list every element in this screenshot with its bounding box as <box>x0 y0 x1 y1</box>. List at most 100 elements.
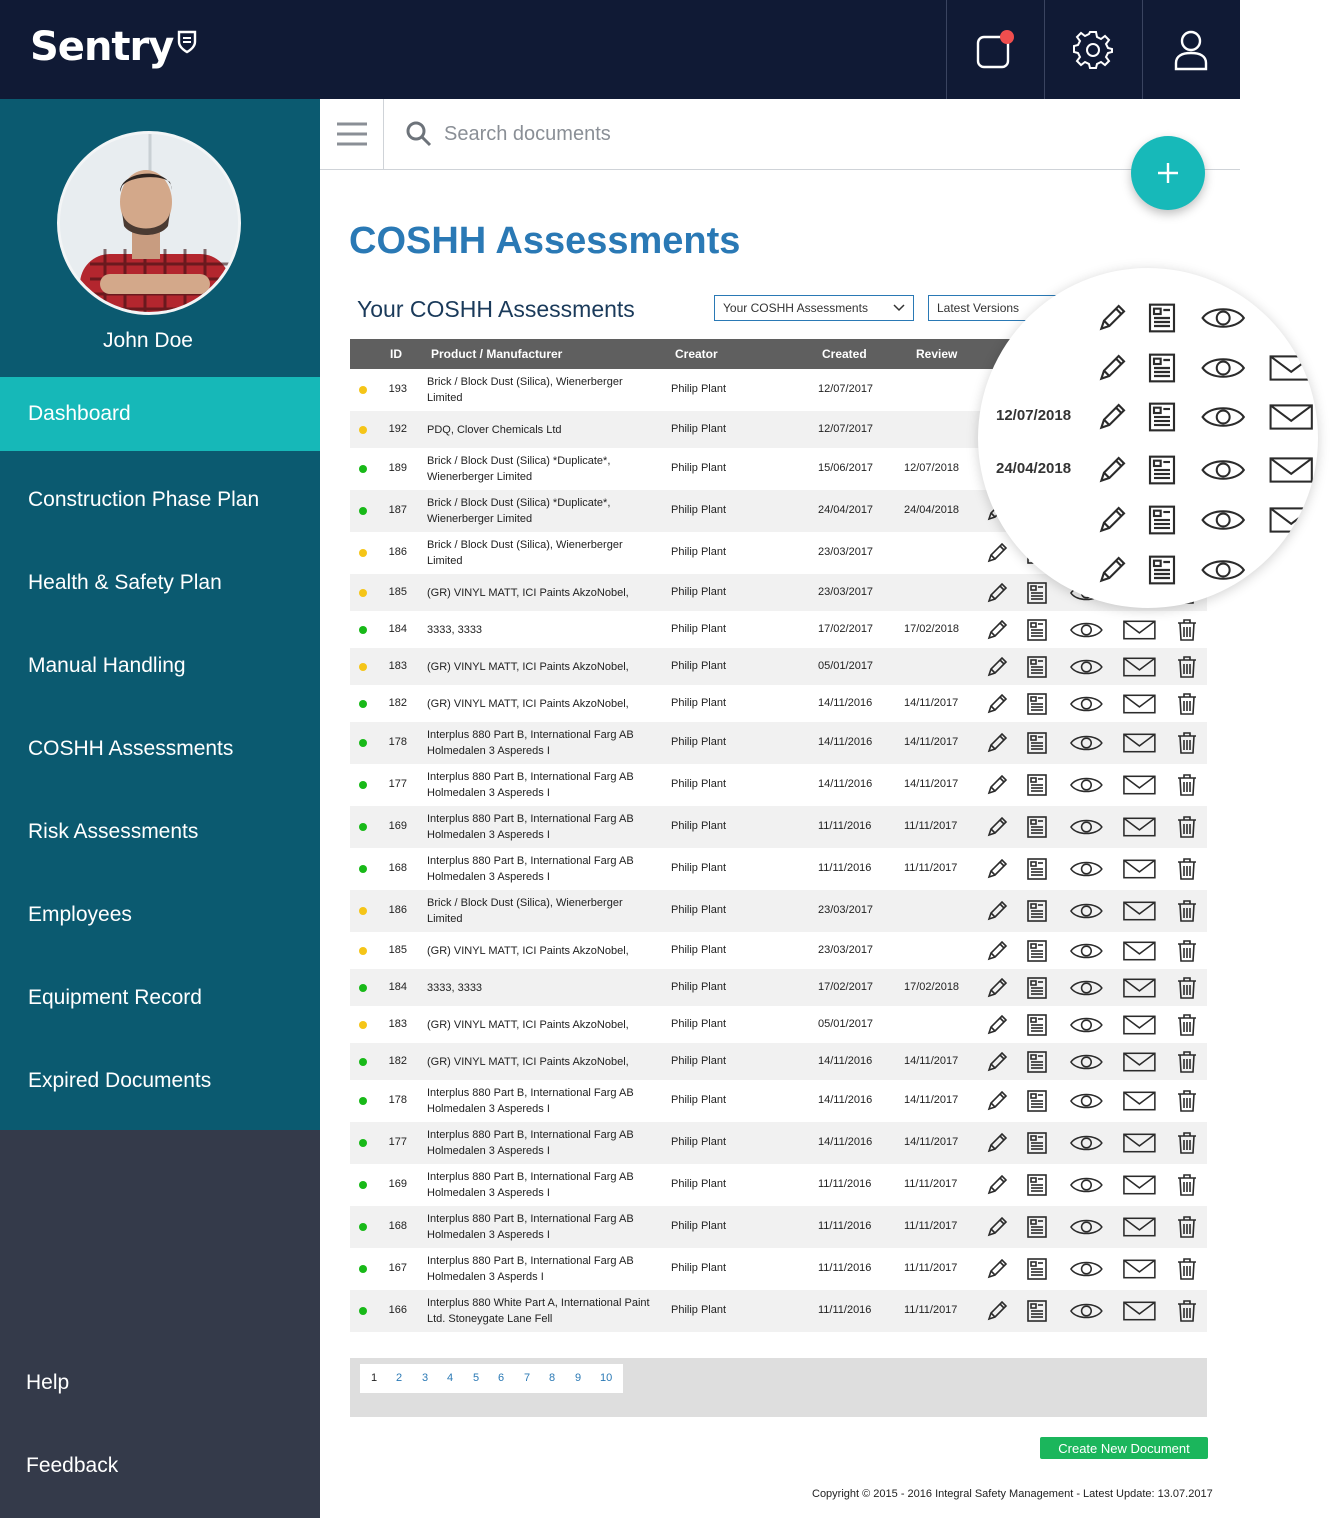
table-row[interactable]: 177 Interplus 880 Part B, International F… <box>350 1122 1207 1164</box>
sidebar-item-health-safety-plan[interactable]: Health & Safety Plan <box>0 546 320 620</box>
eye-icon[interactable] <box>1069 618 1104 645</box>
table-row[interactable]: 185 (GR) VINYL MATT, ICI Paints AkzoNobel… <box>350 932 1207 969</box>
envelope-icon[interactable] <box>1122 1215 1157 1242</box>
table-row[interactable]: 177 Interplus 880 Part B, International F… <box>350 764 1207 806</box>
envelope-icon[interactable] <box>1122 773 1157 800</box>
trash-icon[interactable] <box>1175 1050 1199 1077</box>
document-icon[interactable] <box>1025 1173 1049 1200</box>
table-row[interactable]: 166 Interplus 880 White Part A, Internati… <box>350 1290 1207 1332</box>
pencil-icon[interactable] <box>985 731 1009 758</box>
document-icon[interactable] <box>1025 773 1049 800</box>
eye-icon[interactable] <box>1069 1257 1104 1284</box>
envelope-icon[interactable] <box>1122 655 1157 682</box>
add-document-fab[interactable] <box>1131 136 1205 210</box>
avatar[interactable] <box>57 131 241 315</box>
pencil-icon[interactable] <box>985 1215 1009 1242</box>
document-icon[interactable] <box>1025 939 1049 966</box>
table-row[interactable]: 178 Interplus 880 Part B, International F… <box>350 722 1207 764</box>
pencil-icon[interactable] <box>985 1050 1009 1077</box>
page-link-7[interactable]: 7 <box>524 1372 530 1384</box>
document-icon[interactable] <box>1025 1050 1049 1077</box>
page-link-10[interactable]: 10 <box>600 1372 612 1384</box>
table-row[interactable]: 168 Interplus 880 Part B, International F… <box>350 1206 1207 1248</box>
trash-icon[interactable] <box>1175 899 1199 926</box>
app-logo[interactable]: Sentry <box>30 24 197 70</box>
envelope-icon[interactable] <box>1122 1299 1157 1326</box>
envelope-icon[interactable] <box>1122 1257 1157 1284</box>
envelope-icon[interactable] <box>1122 815 1157 842</box>
page-link-4[interactable]: 4 <box>447 1372 453 1384</box>
pencil-icon[interactable] <box>1096 401 1128 438</box>
envelope-icon[interactable] <box>1268 504 1314 541</box>
pencil-icon[interactable] <box>985 1013 1009 1040</box>
settings-button[interactable] <box>1044 0 1141 99</box>
table-row[interactable]: 178 Interplus 880 Part B, International F… <box>350 1080 1207 1122</box>
eye-icon[interactable] <box>1069 899 1104 926</box>
eye-icon[interactable] <box>1200 454 1246 491</box>
table-row[interactable]: 184 3333, 3333 Philip Plant 17/02/2017 17/02… <box>350 611 1207 648</box>
envelope-icon[interactable] <box>1122 692 1157 719</box>
header-creator[interactable]: Creator <box>675 347 718 361</box>
eye-icon[interactable] <box>1069 815 1104 842</box>
eye-icon[interactable] <box>1069 1013 1104 1040</box>
pencil-icon[interactable] <box>1096 554 1128 591</box>
document-icon[interactable] <box>1025 692 1049 719</box>
envelope-icon[interactable] <box>1268 352 1314 389</box>
trash-icon[interactable] <box>1175 1089 1199 1116</box>
sidebar-item-coshh-assessments[interactable]: COSHH Assessments <box>0 712 320 786</box>
header-created[interactable]: Created <box>822 347 867 361</box>
page-link-6[interactable]: 6 <box>498 1372 504 1384</box>
eye-icon[interactable] <box>1069 1299 1104 1326</box>
envelope-icon[interactable] <box>1122 731 1157 758</box>
envelope-icon[interactable] <box>1122 899 1157 926</box>
document-icon[interactable] <box>1025 731 1049 758</box>
sidebar-item-construction-phase-plan[interactable]: Construction Phase Plan <box>0 463 320 537</box>
help-link[interactable]: Help <box>26 1371 69 1395</box>
feedback-link[interactable]: Feedback <box>26 1454 118 1478</box>
page-link-8[interactable]: 8 <box>549 1372 555 1384</box>
pencil-icon[interactable] <box>1096 454 1128 491</box>
trash-icon[interactable] <box>1175 618 1199 645</box>
envelope-icon[interactable] <box>1122 857 1157 884</box>
pencil-icon[interactable] <box>985 899 1009 926</box>
eye-icon[interactable] <box>1069 939 1104 966</box>
eye-icon[interactable] <box>1069 857 1104 884</box>
page-link-1[interactable]: 1 <box>371 1372 377 1384</box>
trash-icon[interactable] <box>1175 1257 1199 1284</box>
pencil-icon[interactable] <box>985 1089 1009 1116</box>
document-icon[interactable] <box>1025 1257 1049 1284</box>
pencil-icon[interactable] <box>1096 352 1128 389</box>
sidebar-item-expired-documents[interactable]: Expired Documents <box>0 1044 320 1118</box>
envelope-icon[interactable] <box>1122 939 1157 966</box>
page-link-3[interactable]: 3 <box>422 1372 428 1384</box>
header-id[interactable]: ID <box>390 347 402 361</box>
trash-icon[interactable] <box>1175 773 1199 800</box>
pencil-icon[interactable] <box>985 1131 1009 1158</box>
pencil-icon[interactable] <box>1096 302 1128 339</box>
document-icon[interactable] <box>1146 504 1178 541</box>
eye-icon[interactable] <box>1200 302 1246 339</box>
document-icon[interactable] <box>1146 352 1178 389</box>
eye-icon[interactable] <box>1069 1131 1104 1158</box>
header-product[interactable]: Product / Manufacturer <box>431 347 562 361</box>
document-icon[interactable] <box>1025 857 1049 884</box>
sidebar-item-risk-assessments[interactable]: Risk Assessments <box>0 795 320 869</box>
eye-icon[interactable] <box>1069 731 1104 758</box>
envelope-icon[interactable] <box>1122 976 1157 1003</box>
header-review[interactable]: Review <box>916 347 957 361</box>
pencil-icon[interactable] <box>985 857 1009 884</box>
eye-icon[interactable] <box>1069 1215 1104 1242</box>
sidebar-item-employees[interactable]: Employees <box>0 878 320 952</box>
document-icon[interactable] <box>1146 454 1178 491</box>
trash-icon[interactable] <box>1175 1013 1199 1040</box>
table-row[interactable]: 168 Interplus 880 Part B, International F… <box>350 848 1207 890</box>
eye-icon[interactable] <box>1069 1050 1104 1077</box>
eye-icon[interactable] <box>1069 655 1104 682</box>
table-row[interactable]: 182 (GR) VINYL MATT, ICI Paints AkzoNobel… <box>350 685 1207 722</box>
eye-icon[interactable] <box>1069 773 1104 800</box>
pencil-icon[interactable] <box>985 618 1009 645</box>
document-icon[interactable] <box>1025 1013 1049 1040</box>
trash-icon[interactable] <box>1175 1215 1199 1242</box>
table-row[interactable]: 169 Interplus 880 Part B, International F… <box>350 1164 1207 1206</box>
pencil-icon[interactable] <box>985 1299 1009 1326</box>
